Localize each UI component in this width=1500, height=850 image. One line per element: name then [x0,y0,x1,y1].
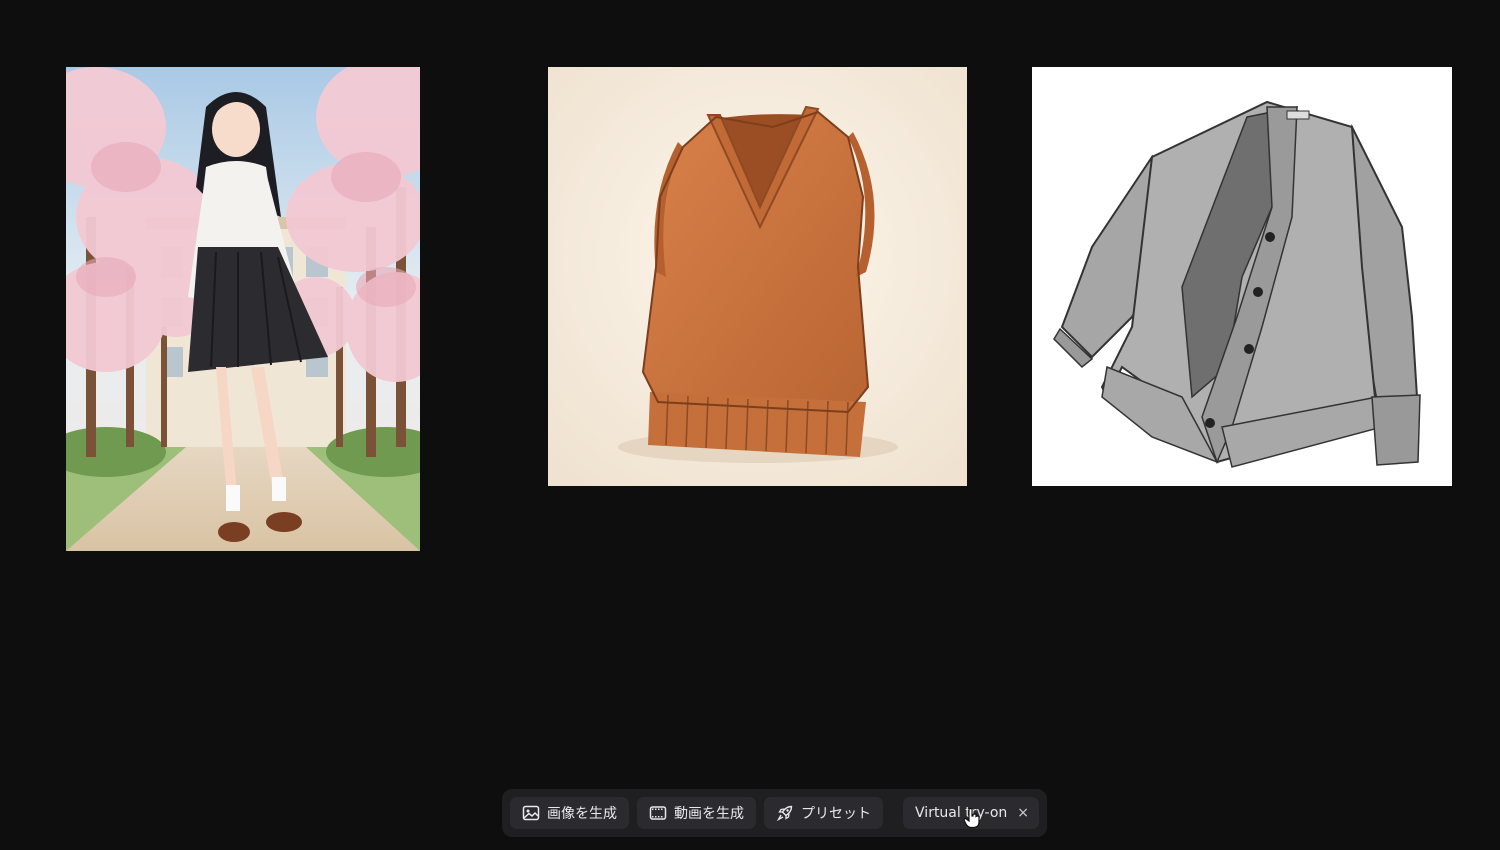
gray-cardigan-image[interactable] [1032,67,1452,486]
preset-label: プリセット [801,806,871,822]
generate-image-button[interactable]: 画像を生成 [510,797,629,829]
image-icon [522,804,540,822]
generate-video-label: 動画を生成 [674,806,744,822]
virtual-tryon-chip[interactable]: Virtual try-on × [903,797,1039,829]
close-icon[interactable]: × [1017,806,1029,820]
bottom-toolbar: 画像を生成 動画を生成 プリセット Virtual try-on × [502,789,1047,837]
preset-button[interactable]: プリセット [764,797,883,829]
generate-video-button[interactable]: 動画を生成 [637,797,756,829]
orange-sweater-vest-image[interactable] [548,67,967,486]
rocket-icon [776,804,794,822]
generate-image-label: 画像を生成 [547,806,617,822]
girl-school-uniform-image[interactable] [66,67,420,551]
virtual-tryon-label: Virtual try-on [915,805,1008,821]
film-icon [649,804,667,822]
